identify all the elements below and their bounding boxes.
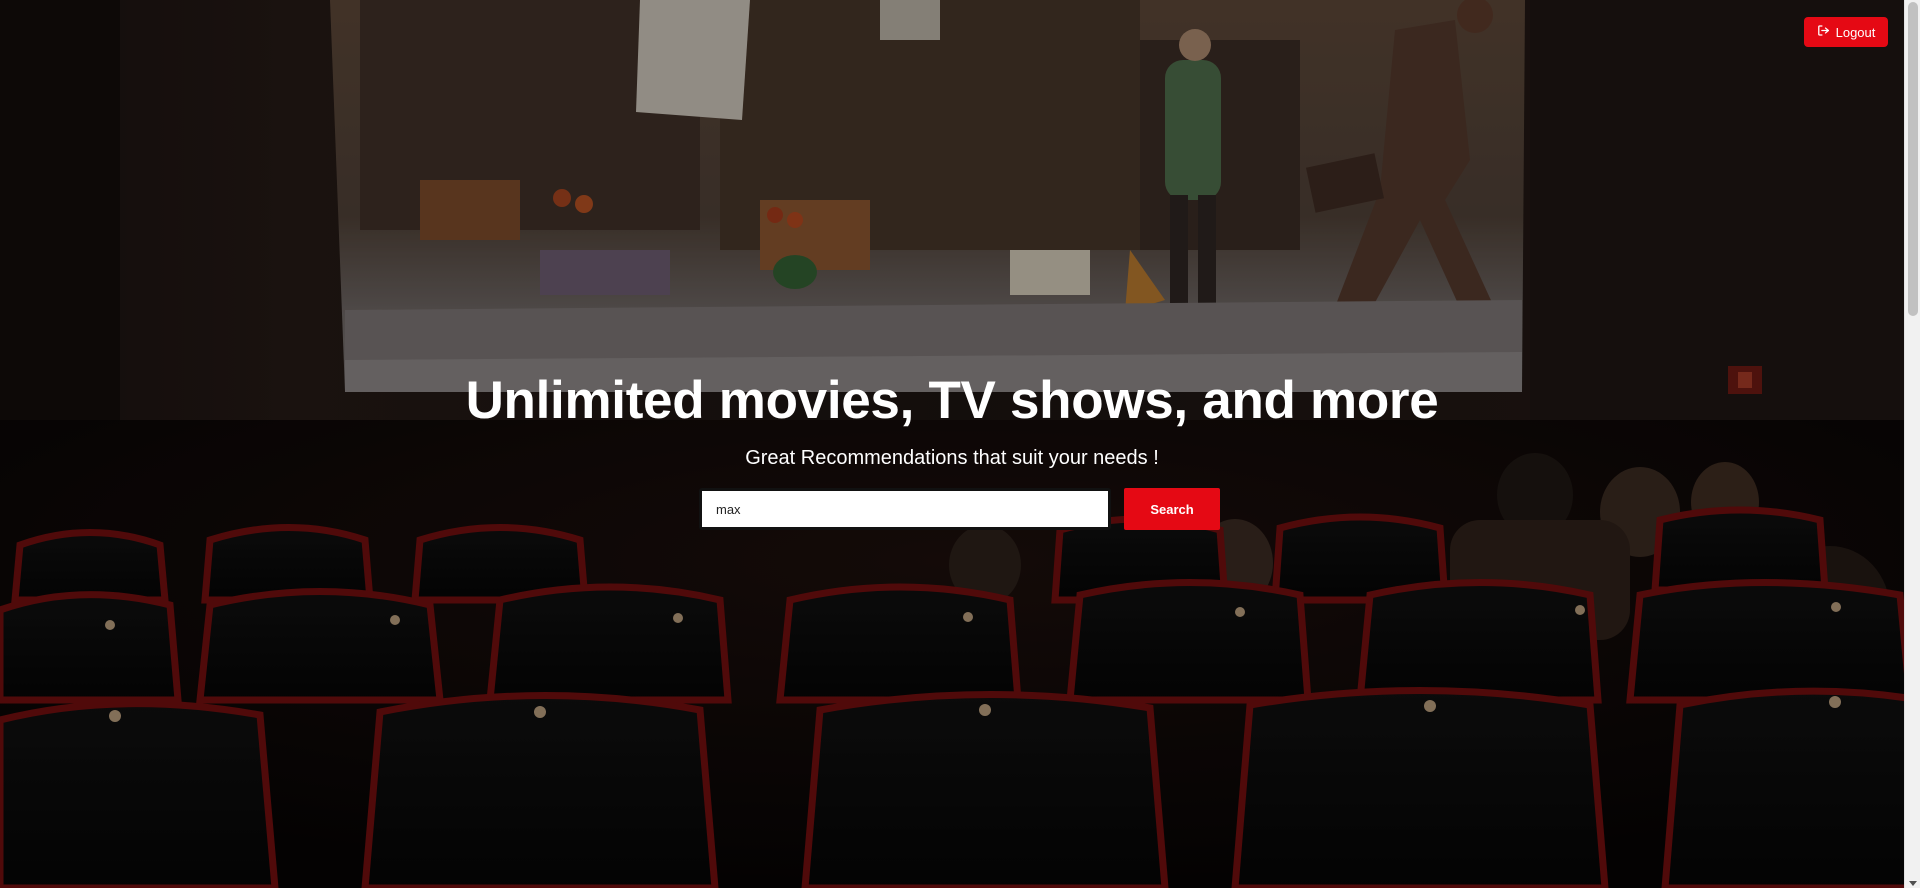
search-input[interactable] <box>699 488 1111 530</box>
page: Logout Unlimited movies, TV shows, and m… <box>0 0 1920 888</box>
search-button[interactable]: Search <box>1124 488 1220 530</box>
logout-label: Logout <box>1835 24 1876 40</box>
hero-title: Unlimited movies, TV shows, and more <box>465 371 1439 430</box>
hero-subtitle: Great Recommendations that suit your nee… <box>745 447 1159 469</box>
vertical-scrollbar[interactable] <box>1904 0 1920 888</box>
hero-section: Unlimited movies, TV shows, and more Gre… <box>0 368 1904 470</box>
scroll-down-arrow-icon[interactable] <box>1909 881 1917 886</box>
scrollbar-thumb[interactable] <box>1908 2 1918 316</box>
search-bar: Search <box>699 488 1220 530</box>
logout-icon <box>1817 24 1830 40</box>
logout-button[interactable]: Logout <box>1804 17 1888 47</box>
